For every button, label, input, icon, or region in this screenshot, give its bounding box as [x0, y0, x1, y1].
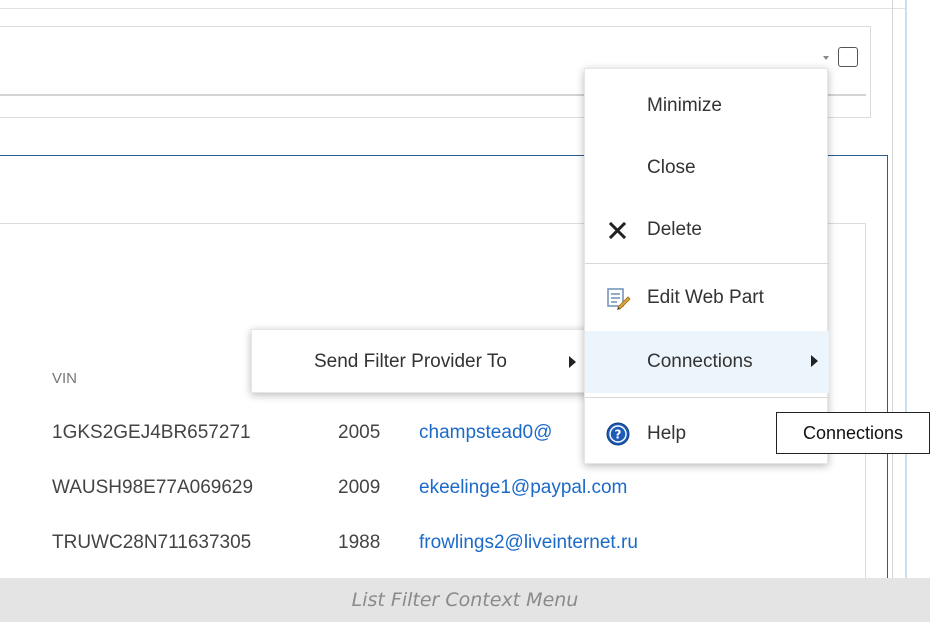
web-part-select-checkbox[interactable]	[838, 47, 858, 67]
svg-text:?: ?	[615, 428, 622, 442]
top-divider	[0, 0, 905, 9]
delete-x-icon	[605, 217, 631, 243]
menu-item-label: Close	[647, 157, 696, 178]
menu-separator	[585, 397, 829, 398]
menu-item-label: Connections	[647, 351, 753, 372]
vin-cell: WAUSH98E77A069629	[52, 477, 254, 498]
submenu-arrow-icon	[569, 356, 576, 368]
edit-web-part-icon	[605, 285, 631, 311]
email-link[interactable]: ekeelinge1@paypal.com	[419, 477, 627, 499]
menu-item-label: Minimize	[647, 95, 722, 116]
submenu-arrow-icon	[811, 355, 818, 367]
right-divider	[892, 0, 893, 578]
menu-item-connections[interactable]: Connections	[585, 331, 829, 393]
vin-cell: TRUWC28N711637305	[52, 532, 252, 553]
menu-item-label: Edit Web Part	[647, 287, 764, 308]
year-cell: 2005	[338, 422, 381, 443]
menu-item-minimize[interactable]: Minimize	[585, 75, 829, 137]
connections-tooltip: Connections	[776, 412, 930, 454]
email-link[interactable]: frowlings2@liveinternet.ru	[419, 532, 638, 554]
column-header-vin[interactable]: VIN	[52, 370, 77, 387]
connections-submenu: Send Filter Provider To	[251, 329, 596, 393]
web-part-menu-dropdown-icon[interactable]	[823, 56, 829, 60]
page-scroll-edge	[905, 0, 907, 578]
year-cell: 2009	[338, 477, 381, 498]
menu-item-label: Help	[647, 423, 687, 444]
help-icon: ?	[605, 421, 631, 447]
menu-item-close[interactable]: Close	[585, 137, 829, 199]
vin-cell: 1GKS2GEJ4BR657271	[52, 422, 251, 443]
figure-caption: List Filter Context Menu	[0, 578, 930, 622]
menu-item-edit-web-part[interactable]: Edit Web Part	[585, 267, 829, 329]
submenu-item-send-filter-provider[interactable]: Send Filter Provider To	[314, 330, 507, 394]
email-link[interactable]: champstead0@	[419, 422, 552, 444]
menu-item-label: Delete	[647, 219, 702, 240]
year-cell: 1988	[338, 532, 381, 553]
web-part-context-menu: Minimize Close Delete Edit Web Part Conn…	[584, 68, 829, 464]
menu-separator	[585, 263, 829, 264]
menu-item-delete[interactable]: Delete	[585, 199, 829, 261]
